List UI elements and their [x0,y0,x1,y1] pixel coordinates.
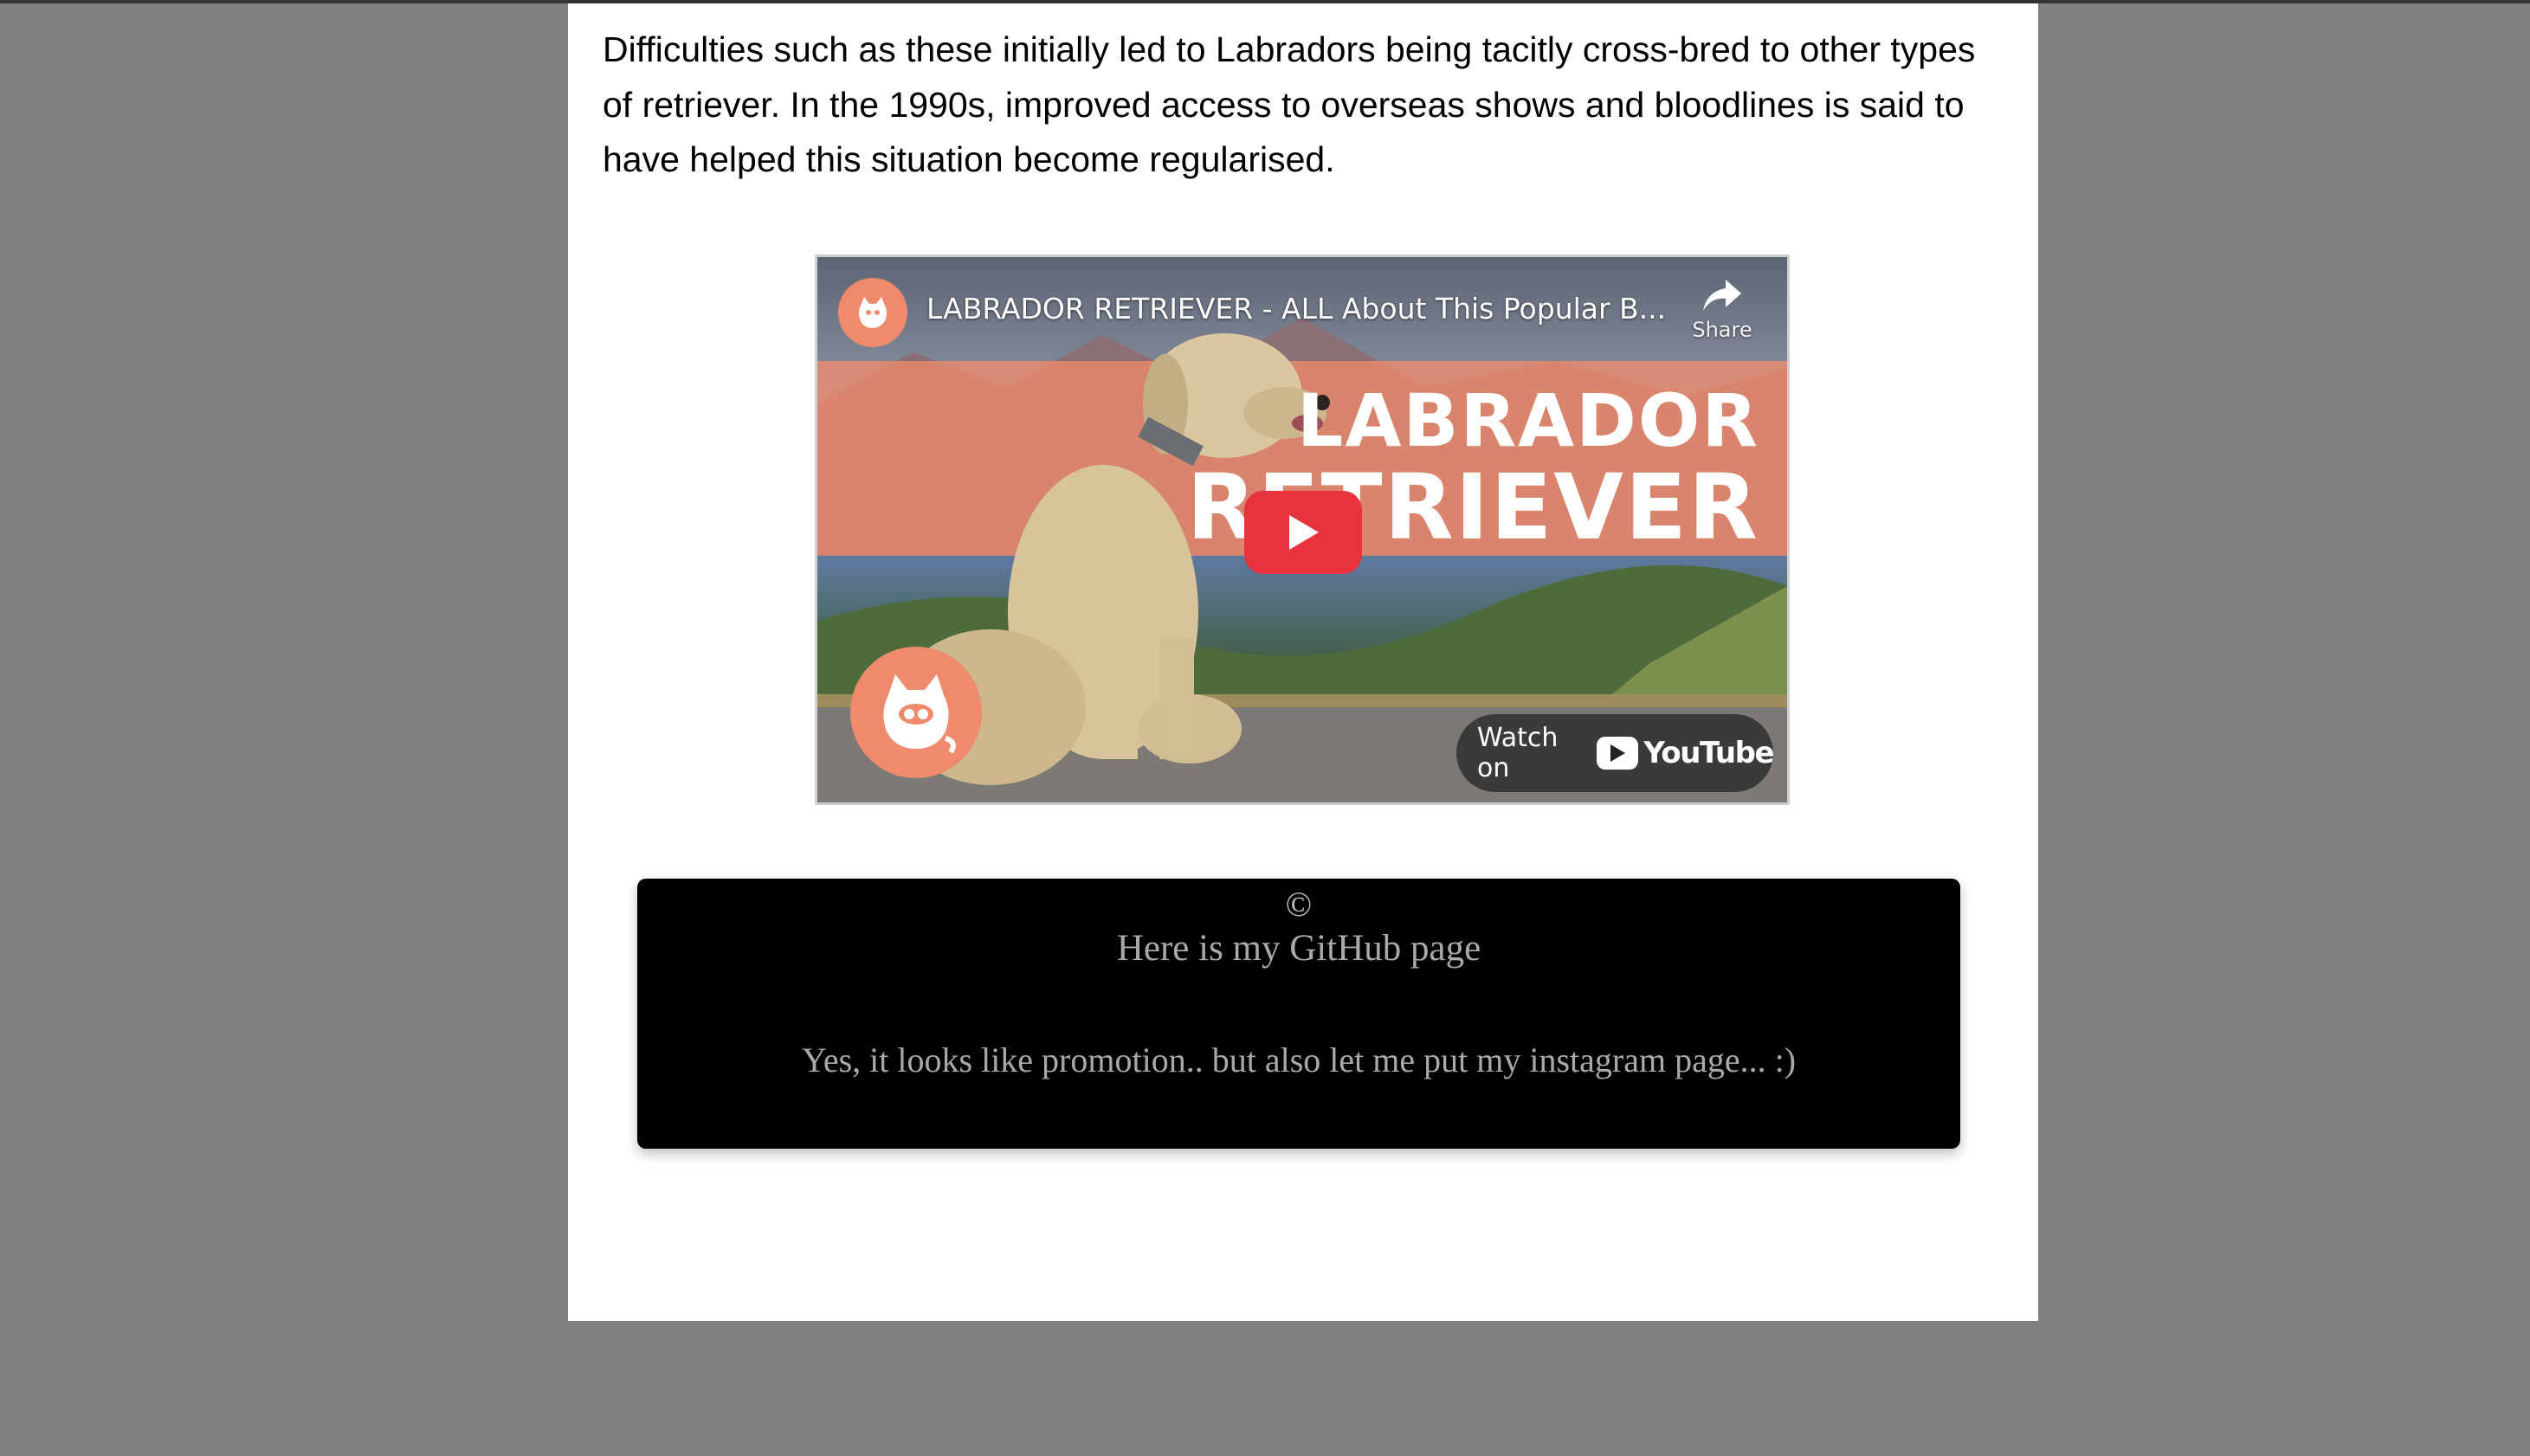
clipped-previous-line: · · · · · [603,0,736,5]
channel-avatar-icon[interactable] [838,278,907,347]
share-button[interactable]: Share [1675,276,1770,359]
youtube-embed[interactable]: LABRADOR RETRIEVER - ALL About This Popu… [815,254,1790,805]
play-icon [1289,515,1319,550]
article-paragraph: Difficulties such as these initially led… [603,29,1976,179]
page-content: · · · · · Difficulties such as these ini… [568,0,2038,1321]
video-title-link[interactable]: LABRADOR RETRIEVER - ALL About This Popu… [926,292,1666,325]
cat-logo-icon [850,647,982,778]
github-link[interactable]: Here is my GitHub page [637,927,1960,970]
thumbnail-text-line1: LABRADOR [1296,378,1759,463]
copyright-symbol: © [1285,885,1313,924]
instagram-link[interactable]: Yes, it looks like promotion.. but also … [637,1040,1960,1080]
watch-on-youtube-button[interactable]: Watch on YouTube [1456,714,1774,792]
watch-on-label: Watch on [1477,723,1559,783]
share-label: Share [1692,318,1752,342]
youtube-wordmark: YouTube [1643,736,1774,770]
youtube-play-logo-icon [1597,737,1639,770]
play-button[interactable] [1244,491,1362,574]
share-arrow-icon [1703,280,1741,311]
site-footer: © Here is my GitHub page Yes, it looks l… [637,879,1960,1149]
